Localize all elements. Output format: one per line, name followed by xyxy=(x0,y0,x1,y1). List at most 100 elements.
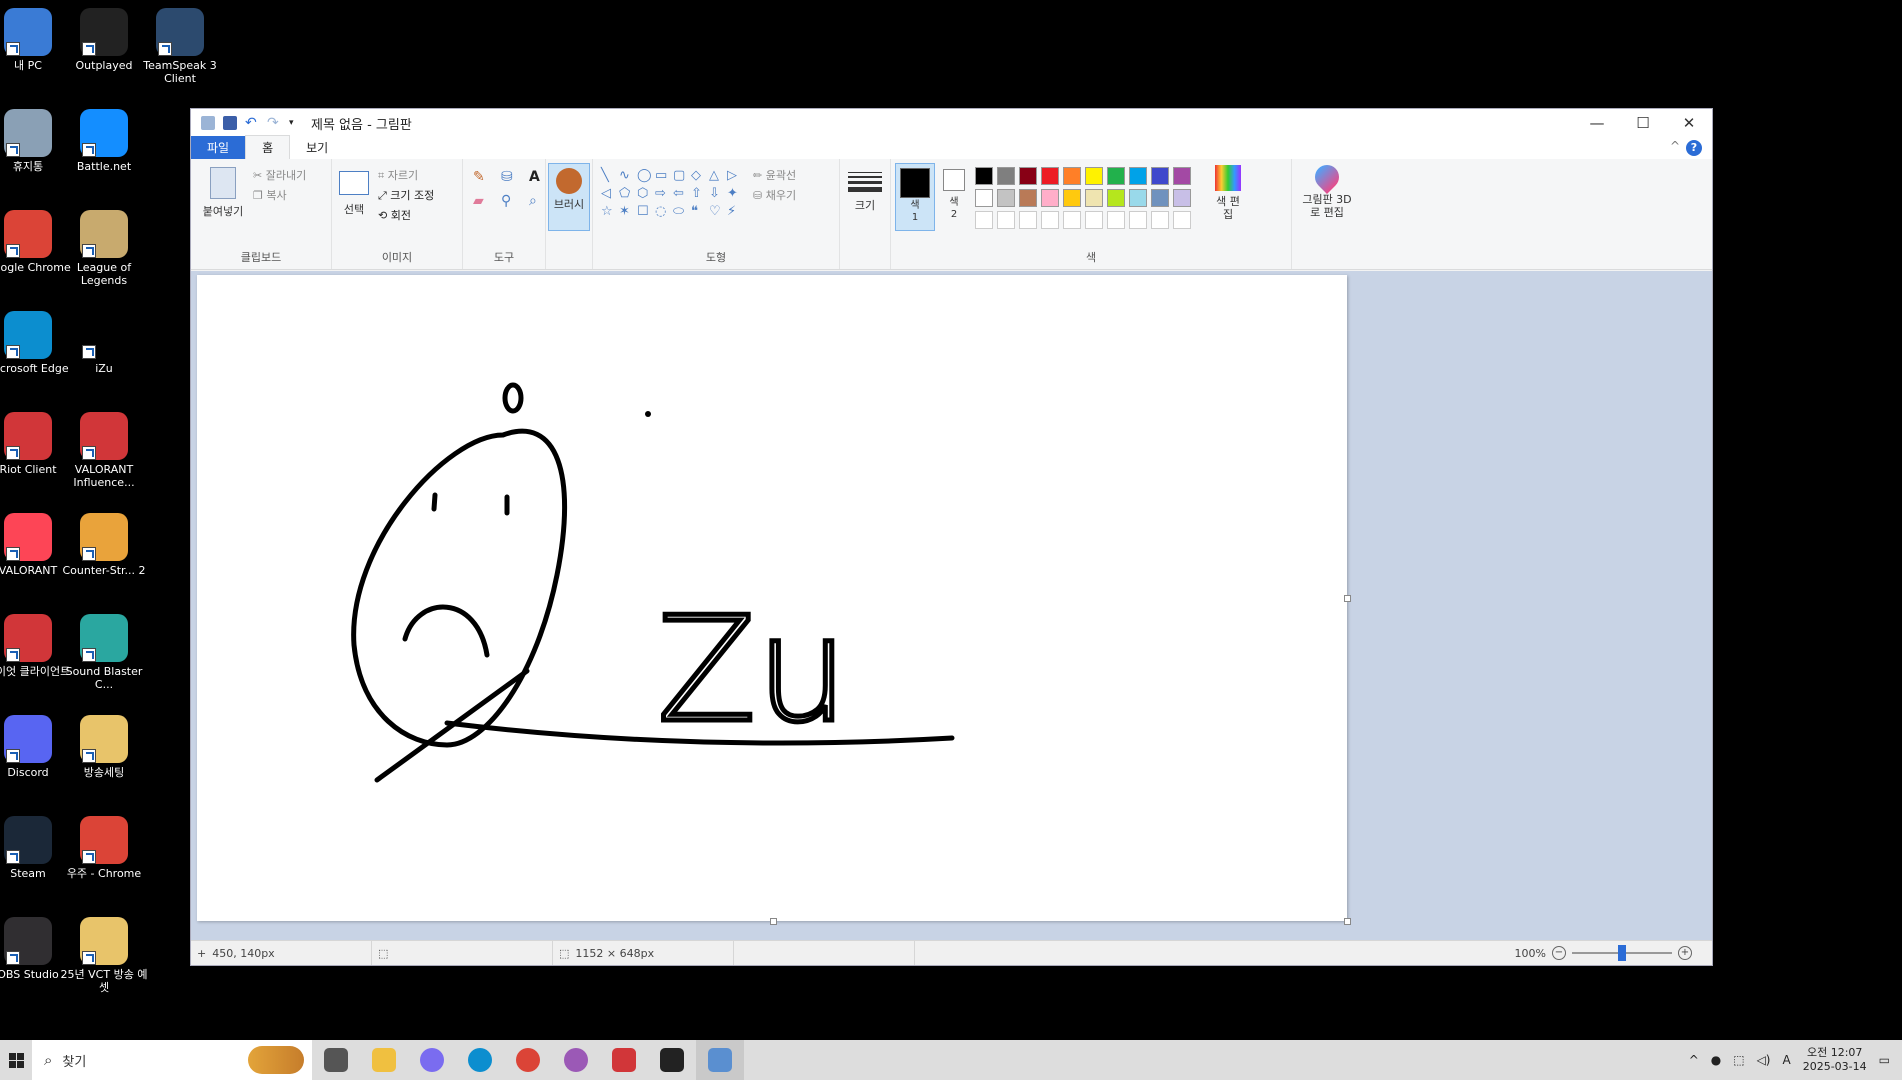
palette-swatch[interactable] xyxy=(1151,189,1169,207)
zoom-slider-thumb[interactable] xyxy=(1618,945,1626,961)
customize-qa-icon[interactable]: ▾ xyxy=(289,116,303,130)
taskbar-button[interactable] xyxy=(456,1040,504,1080)
paste-button[interactable]: 붙여넣기 xyxy=(199,167,247,219)
shape-option-icon[interactable]: ╲ xyxy=(601,167,619,185)
palette-swatch[interactable] xyxy=(1173,189,1191,207)
palette-swatch[interactable] xyxy=(1019,189,1037,207)
taskbar-button[interactable] xyxy=(504,1040,552,1080)
shape-option-icon[interactable]: ♡ xyxy=(709,203,727,221)
palette-swatch[interactable] xyxy=(997,189,1015,207)
palette-swatch[interactable] xyxy=(1041,189,1059,207)
copy-button[interactable]: ❐ 복사 xyxy=(253,187,287,203)
desktop-icon[interactable]: Sound Blaster C... xyxy=(58,614,150,691)
drawing-canvas[interactable]: Zu xyxy=(197,275,1351,925)
shape-option-icon[interactable]: ⇩ xyxy=(709,185,727,203)
ime-indicator[interactable]: A xyxy=(1783,1053,1791,1067)
rotate-button[interactable]: ⟲ 회전 xyxy=(378,207,411,223)
palette-swatch[interactable] xyxy=(1063,189,1081,207)
volume-icon[interactable]: ◁) xyxy=(1757,1053,1771,1067)
shape-option-icon[interactable]: ▢ xyxy=(673,167,691,185)
tab-view[interactable]: 보기 xyxy=(290,136,344,159)
taskbar-button[interactable] xyxy=(696,1040,744,1080)
desktop-icon[interactable]: 우주 - Chrome xyxy=(58,816,150,880)
taskbar-button[interactable] xyxy=(552,1040,600,1080)
shape-option-icon[interactable]: ∿ xyxy=(619,167,637,185)
size-button[interactable]: 크기 xyxy=(848,167,882,213)
desktop-icon[interactable]: Counter-Str... 2 xyxy=(58,513,150,577)
palette-swatch[interactable] xyxy=(997,211,1015,229)
undo-icon[interactable]: ↶ xyxy=(245,116,259,130)
palette-swatch[interactable] xyxy=(975,211,993,229)
desktop-icon[interactable]: League of Legends xyxy=(58,210,150,287)
zoom-slider[interactable] xyxy=(1572,945,1672,961)
palette-swatch[interactable] xyxy=(1151,167,1169,185)
shape-option-icon[interactable]: ⬠ xyxy=(619,185,637,203)
palette-swatch[interactable] xyxy=(1063,211,1081,229)
taskbar-button[interactable] xyxy=(360,1040,408,1080)
shape-option-icon[interactable]: ⬡ xyxy=(637,185,655,203)
outline-button[interactable]: ✏ 윤곽선 xyxy=(753,167,796,183)
palette-swatch[interactable] xyxy=(1173,211,1191,229)
color-picker-icon[interactable]: ⚲ xyxy=(501,193,521,209)
taskbar-button[interactable] xyxy=(648,1040,696,1080)
desktop-icon[interactable]: 방송세팅 xyxy=(58,715,150,779)
redo-icon[interactable]: ↷ xyxy=(267,116,281,130)
edit-colors-button[interactable]: 색 편집 xyxy=(1211,165,1245,221)
network-icon[interactable]: ⬚ xyxy=(1733,1053,1744,1067)
taskbar-button[interactable] xyxy=(408,1040,456,1080)
shapes-gallery[interactable]: ╲ ∿ ◯ ▭ ▢ ◇ △ ▷ ◁ ⬠ ⬡ ⇨ ⇦ ⇧ ⇩ ✦ ☆ ✶ ☐ ◌ ⬭ ❝ ♡ ⚡ xyxy=(601,167,747,221)
shape-option-icon[interactable]: ◌ xyxy=(655,203,673,221)
minimize-button[interactable]: — xyxy=(1574,109,1620,137)
palette-swatch[interactable] xyxy=(1085,211,1103,229)
zoom-out-icon[interactable]: − xyxy=(1552,946,1566,960)
shape-option-icon[interactable]: ▷ xyxy=(727,167,745,185)
color2-button[interactable]: 색 2 xyxy=(939,165,969,221)
palette-swatch[interactable] xyxy=(975,167,993,185)
palette-swatch[interactable] xyxy=(1063,167,1081,185)
palette-swatch[interactable] xyxy=(997,167,1015,185)
palette-swatch[interactable] xyxy=(1019,167,1037,185)
shape-option-icon[interactable]: ⇦ xyxy=(673,185,691,203)
eraser-icon[interactable]: ▰ xyxy=(473,193,493,209)
shape-option-icon[interactable]: ❝ xyxy=(691,203,709,221)
palette-swatch[interactable] xyxy=(1151,211,1169,229)
palette-swatch[interactable] xyxy=(1107,167,1125,185)
start-button[interactable] xyxy=(0,1040,32,1080)
tab-file[interactable]: 파일 xyxy=(191,136,246,159)
taskbar-button[interactable] xyxy=(600,1040,648,1080)
brush-button[interactable]: 브러시 xyxy=(548,163,590,231)
tab-home[interactable]: 홈 xyxy=(245,135,291,159)
resize-handle-right[interactable] xyxy=(1344,595,1351,602)
shape-option-icon[interactable]: ◁ xyxy=(601,185,619,203)
desktop-icon[interactable]: TeamSpeak 3 Client xyxy=(134,8,226,85)
desktop-icon[interactable]: Battle.net xyxy=(58,109,150,173)
notification-icon[interactable]: ▭ xyxy=(1879,1053,1890,1067)
palette-swatch[interactable] xyxy=(1041,167,1059,185)
fill-button[interactable]: ⛁ 채우기 xyxy=(753,187,796,203)
color1-button[interactable]: 색 1 xyxy=(895,163,935,231)
shape-option-icon[interactable]: ✶ xyxy=(619,203,637,221)
palette-swatch[interactable] xyxy=(1041,211,1059,229)
palette-swatch[interactable] xyxy=(1107,189,1125,207)
resize-handle-bottom[interactable] xyxy=(770,918,777,925)
palette-swatch[interactable] xyxy=(1107,211,1125,229)
shape-option-icon[interactable]: ⇨ xyxy=(655,185,673,203)
collapse-ribbon-icon[interactable]: ^ xyxy=(1670,139,1680,153)
fill-icon[interactable]: ⛁ xyxy=(501,169,521,185)
taskbar-button[interactable] xyxy=(312,1040,360,1080)
shape-option-icon[interactable]: ▭ xyxy=(655,167,673,185)
shape-option-icon[interactable]: ✦ xyxy=(727,185,745,203)
palette-swatch[interactable] xyxy=(975,189,993,207)
palette-swatch[interactable] xyxy=(1019,211,1037,229)
crop-button[interactable]: ⌗ 자르기 xyxy=(378,167,418,183)
desktop-icon[interactable]: iZu xyxy=(58,311,150,375)
microphone-icon[interactable]: ● xyxy=(1711,1053,1721,1067)
help-icon[interactable]: ? xyxy=(1686,140,1702,156)
save-icon[interactable] xyxy=(223,116,237,130)
resize-handle-corner[interactable] xyxy=(1344,918,1351,925)
palette-swatch[interactable] xyxy=(1085,189,1103,207)
maximize-button[interactable]: ☐ xyxy=(1620,109,1666,137)
shape-option-icon[interactable]: ☐ xyxy=(637,203,655,221)
tray-overflow-icon[interactable]: ^ xyxy=(1689,1053,1699,1067)
resize-button[interactable]: ⤢ 크기 조정 xyxy=(378,187,434,203)
